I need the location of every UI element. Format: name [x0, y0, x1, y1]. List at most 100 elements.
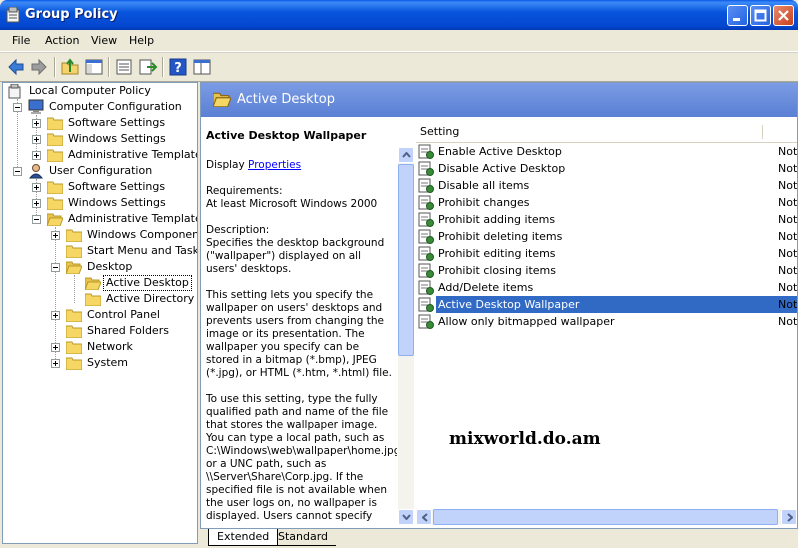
scroll-up-button[interactable] [398, 147, 414, 163]
forward-icon[interactable] [29, 57, 49, 77]
user-icon [28, 164, 44, 179]
expand-toggle[interactable] [51, 231, 60, 240]
tree-node-start-menu-taskbar[interactable]: Start Menu and Taskba [7, 243, 197, 259]
setting-name: Disable all items [438, 179, 530, 192]
setting-row[interactable]: Allow only bitmapped wallpaper Not [416, 313, 797, 330]
setting-name: Prohibit deleting items [438, 230, 563, 243]
setting-state: Not [778, 281, 797, 294]
back-icon[interactable] [6, 57, 26, 77]
scroll-thumb[interactable] [433, 509, 778, 525]
menu-help[interactable]: Help [129, 34, 154, 47]
tree-node-network[interactable]: Network [7, 339, 197, 355]
console-view-icon[interactable] [192, 57, 212, 77]
tree-node-computer-configuration[interactable]: Computer Configuration [7, 99, 197, 115]
minimize-button[interactable] [727, 5, 748, 26]
setting-row[interactable]: Add/Delete items Not [416, 279, 797, 296]
svg-text:?: ? [174, 61, 182, 76]
collapse-toggle[interactable] [13, 167, 22, 176]
policy-setting-icon [418, 144, 434, 159]
column-header: Setting [416, 122, 797, 143]
tree-label: Computer Configuration [49, 100, 182, 113]
title-bar[interactable]: Group Policy [0, 0, 798, 30]
maximize-button[interactable] [750, 5, 771, 26]
menu-bar: File Action View Help [0, 30, 798, 52]
scroll-right-button[interactable] [781, 509, 797, 525]
menu-file[interactable]: File [12, 34, 30, 47]
watermark-text: mixworld.do.am [449, 429, 601, 449]
folder-icon [47, 197, 63, 210]
tab-extended[interactable]: Extended [208, 529, 279, 546]
view-tabs: Extended Standard [200, 528, 798, 548]
setting-row[interactable]: Prohibit deleting items Not [416, 228, 797, 245]
tree-node-desktop[interactable]: Desktop [7, 259, 197, 275]
menu-view[interactable]: View [91, 34, 117, 47]
tree-node-active-directory[interactable]: Active Directory [7, 291, 197, 307]
properties-link[interactable]: Properties [248, 159, 301, 171]
setting-row[interactable]: Enable Active Desktop Not [416, 143, 797, 160]
horizontal-scrollbar[interactable] [416, 509, 797, 525]
close-button[interactable] [773, 5, 794, 26]
expand-toggle[interactable] [32, 151, 41, 160]
tree-node-uc-administrative-templates[interactable]: Administrative Templates [7, 211, 197, 227]
policy-root-icon [8, 84, 21, 99]
policy-setting-icon [418, 212, 434, 227]
collapse-toggle[interactable] [13, 103, 22, 112]
folder-icon [47, 133, 63, 146]
up-folder-icon[interactable] [60, 57, 80, 77]
help-icon[interactable]: ? [168, 57, 188, 77]
tree-node-uc-software-settings[interactable]: Software Settings [7, 179, 197, 195]
scroll-left-button[interactable] [416, 509, 432, 525]
setting-row[interactable]: Disable Active Desktop Not [416, 160, 797, 177]
setting-state: Not [778, 213, 797, 226]
tree-node-cc-software-settings[interactable]: Software Settings [7, 115, 197, 131]
expand-toggle[interactable] [32, 199, 41, 208]
tree-label: Active Directory [106, 292, 195, 305]
tree-label: Desktop [87, 260, 133, 273]
export-list-icon[interactable] [138, 57, 158, 77]
collapse-toggle[interactable] [32, 215, 41, 224]
setting-row[interactable]: Prohibit closing items Not [416, 262, 797, 279]
tree-node-cc-windows-settings[interactable]: Windows Settings [7, 131, 197, 147]
setting-row[interactable]: Active Desktop Wallpaper Not [416, 296, 797, 313]
expand-toggle[interactable] [32, 135, 41, 144]
policy-title: Active Desktop Wallpaper [206, 129, 367, 142]
expand-toggle[interactable] [32, 183, 41, 192]
expand-toggle[interactable] [51, 311, 60, 320]
tree-node-uc-windows-settings[interactable]: Windows Settings [7, 195, 197, 211]
expand-toggle[interactable] [51, 359, 60, 368]
vertical-scrollbar[interactable] [398, 147, 414, 525]
tree-node-windows-components[interactable]: Windows Components [7, 227, 197, 243]
setting-name: Enable Active Desktop [438, 145, 562, 158]
tree-node-control-panel[interactable]: Control Panel [7, 307, 197, 323]
column-divider[interactable] [762, 125, 763, 139]
settings-list[interactable]: Setting Enable Active Desktop Not Disable … [416, 117, 797, 509]
toolbar-separator [54, 57, 56, 77]
expand-toggle[interactable] [51, 343, 60, 352]
console-tree[interactable]: Local Computer Policy Computer Configura… [2, 82, 198, 544]
setting-row[interactable]: Disable all items Not [416, 177, 797, 194]
policy-setting-icon [418, 161, 434, 176]
setting-row[interactable]: Prohibit editing items Not [416, 245, 797, 262]
menu-action[interactable]: Action [45, 34, 79, 47]
tab-standard[interactable]: Standard [270, 529, 337, 546]
group-policy-app-icon [6, 7, 20, 23]
folder-icon [66, 357, 82, 370]
tree-node-user-configuration[interactable]: User Configuration [7, 163, 197, 179]
show-hide-tree-icon[interactable] [84, 57, 104, 77]
tree-node-root[interactable]: Local Computer Policy [7, 83, 197, 99]
tree-node-shared-folders[interactable]: Shared Folders [7, 323, 197, 339]
setting-row[interactable]: Prohibit changes Not [416, 194, 797, 211]
setting-state: Not [778, 247, 797, 260]
column-header-setting[interactable]: Setting [420, 125, 459, 138]
tree-node-active-desktop[interactable]: Active Desktop [7, 275, 197, 291]
collapse-toggle[interactable] [51, 263, 60, 272]
properties-icon[interactable] [114, 57, 134, 77]
scroll-thumb[interactable] [398, 164, 414, 356]
expand-toggle[interactable] [32, 119, 41, 128]
tree-node-system[interactable]: System [7, 355, 197, 371]
minimize-icon [733, 18, 740, 21]
scroll-down-button[interactable] [398, 509, 414, 525]
setting-name: Prohibit closing items [438, 264, 556, 277]
tree-node-cc-administrative-templates[interactable]: Administrative Templates [7, 147, 197, 163]
setting-row[interactable]: Prohibit adding items Not [416, 211, 797, 228]
